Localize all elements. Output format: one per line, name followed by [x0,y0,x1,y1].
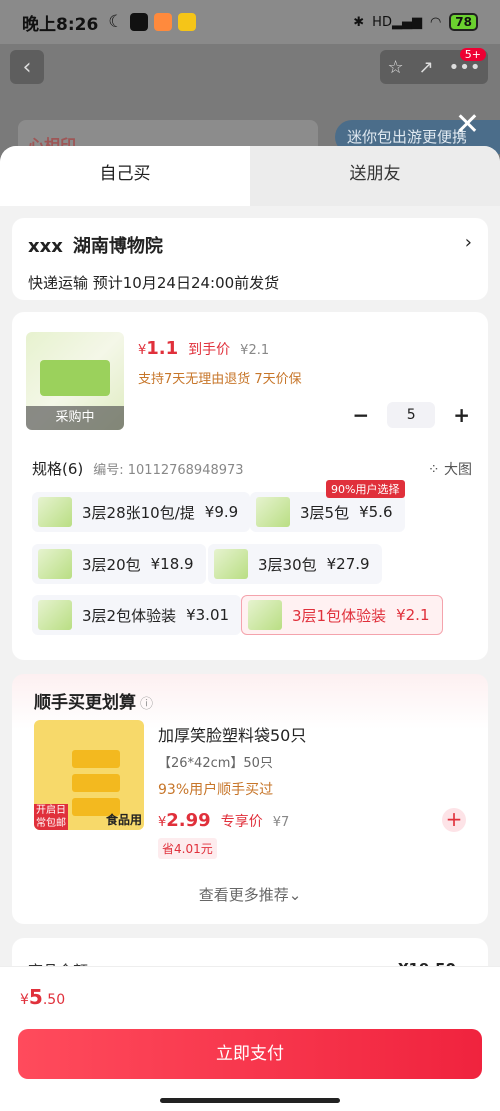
option-price: ¥9.9 [204,503,239,521]
quantity-stepper: − 5 + [352,402,470,428]
food-grade-label: 食品用 [105,813,142,827]
original-price: ¥2.1 [240,343,270,358]
top-nav: ‹ ☆ ↗ ••• 5+ [0,46,500,90]
weibo-icon [177,13,196,31]
option-price: ¥2.1 [396,606,430,624]
battery-icon: 78 [449,13,478,31]
option-price: ¥5.6 [359,503,393,521]
spec-code: 编号: 10112768948973 [93,463,244,478]
option-price: ¥3.01 [186,606,230,624]
option-name: 3层1包体验装 [292,606,387,625]
spec-option[interactable]: 3层20包 ¥18.9 [32,544,206,584]
option-thumbnail [38,600,72,630]
recommend-spec: 【26*42cm】50只 [158,756,273,771]
bluetooth-icon: ✱ [353,14,365,30]
tab-bar: 自己买 送朋友 [0,146,500,206]
option-name: 3层2包体验装 [82,606,177,625]
option-thumbnail [214,549,248,579]
option-thumbnail [256,497,290,527]
option-name: 3层5包 [300,503,350,522]
option-price: ¥18.9 [150,555,194,573]
info-icon[interactable]: ⓘ [140,697,153,712]
moon-icon: ☾ [108,12,124,32]
status-notification-icons: ☾ [108,12,196,32]
recommend-price-label: 专享价 [220,814,263,830]
signal-icon: HD▂▄▆ [372,14,422,30]
pay-now-button[interactable]: 立即支付 [18,1029,482,1079]
back-button[interactable]: ‹ [10,50,44,84]
tissue-package-graphic [40,360,110,396]
recommend-title: 顺手买更划算 ⓘ [34,693,154,713]
option-thumbnail [38,497,72,527]
address-card[interactable]: xxx 湖南博物院 › 快递运输 预计10月24日24:00前发货 [12,218,488,300]
option-thumbnail [38,549,72,579]
spec-title: 规格(6) [32,460,84,478]
guarantee-text: 支持7天无理由退货 7天价保 [138,372,302,387]
spec-option[interactable]: 3层28张10包/提 ¥9.9 [32,492,251,532]
recommend-price-row: ¥2.99 专享价 ¥7 [158,810,289,831]
status-system-icons: ✱ HD▂▄▆ ◠ 78 [353,13,478,31]
status-time: 晚上8:26 [22,14,99,35]
minus-button[interactable]: − [352,403,369,427]
recommend-card: 顺手买更划算 ⓘ 开启日常包邮 食品用 加厚笑脸塑料袋50只 【26*42cm】5… [12,674,488,924]
option-price: ¥27.9 [326,555,370,573]
grid-icon: ⁘ [427,462,444,478]
free-shipping-tag: 开启日常包邮 [34,804,68,830]
spec-option-selected[interactable]: 3层1包体验装 ¥2.1 [241,595,443,635]
wifi-icon: ◠ [429,14,442,30]
recommend-image[interactable]: 开启日常包邮 食品用 [34,720,144,830]
spec-option[interactable]: 3层5包 ¥5.6 90%用户选择 [250,480,405,532]
option-name: 3层30包 [258,555,317,574]
final-price-label: 到手价 [188,342,231,358]
price-row: ¥1.1 到手价 ¥2.1 [138,338,269,359]
recommend-original-price: ¥7 [272,815,290,830]
add-recommend-button[interactable]: + [442,808,466,832]
address-place: 湖南博物院 [72,236,163,257]
chevron-right-icon: › [464,232,472,253]
product-image[interactable]: 采购中 [26,332,124,430]
share-icon[interactable]: ↗ [419,57,434,78]
spec-option[interactable]: 3层30包 ¥27.9 [208,544,382,584]
smile-bag-graphic [72,750,120,768]
recommend-name[interactable]: 加厚笑脸塑料袋50只 [158,722,306,746]
recommend-price: ¥2.99 [158,810,211,831]
star-icon[interactable]: ☆ [387,57,403,78]
purchase-sheet: 自己买 送朋友 xxx 湖南博物院 › 快递运输 预计10月24日24:00前发货… [0,146,500,1111]
spec-header: 规格(6) 编号: 10112768948973 ⁘ 大图 [32,458,472,479]
recipient-name: xxx [28,236,63,257]
quantity-input[interactable]: 5 [387,402,436,428]
address-name-row: xxx 湖南博物院 [28,232,472,258]
plus-button[interactable]: + [453,403,470,427]
option-name: 3层28张10包/提 [82,503,195,522]
close-icon[interactable]: ✕ [455,110,480,140]
spec-option[interactable]: 3层2包体验装 ¥3.01 [32,595,242,635]
nav-actions: ☆ ↗ ••• 5+ [380,48,488,84]
product-card: 采购中 ¥1.1 到手价 ¥2.1 支持7天无理由退货 7天价保 − 5 + 规… [12,312,488,660]
shipping-info: 快递运输 预计10月24日24:00前发货 [28,274,280,292]
pay-total: ¥5.50 [20,985,66,1009]
pay-bar: ¥5.50 立即支付 [0,966,500,1111]
purchasing-label: 采购中 [26,406,124,430]
message-badge: 5+ [459,48,486,61]
big-image-toggle[interactable]: ⁘ 大图 [428,459,472,479]
status-bar: 晚上8:26 ☾ ✱ HD▂▄▆ ◠ 78 [0,0,500,44]
app-notification-icon [153,13,172,31]
tiktok-icon [129,13,148,31]
option-name: 3层20包 [82,555,141,574]
option-thumbnail [248,600,282,630]
smile-bag-graphic [72,774,120,792]
popular-badge: 90%用户选择 [326,480,405,498]
final-price: ¥1.1 [138,338,179,359]
home-indicator[interactable] [160,1098,340,1103]
tab-gift-friend[interactable]: 送朋友 [250,146,500,206]
more-recommend-link[interactable]: 查看更多推荐⌄ [12,884,488,905]
tab-self-buy[interactable]: 自己买 [0,146,250,206]
recommend-buy-rate: 93%用户顺手买过 [158,782,274,798]
recommend-save-badge: 省4.01元 [158,838,217,859]
